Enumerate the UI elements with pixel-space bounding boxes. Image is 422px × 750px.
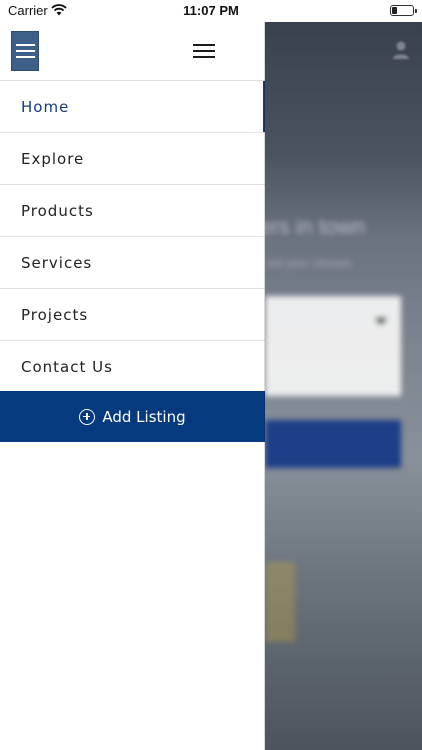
hamburger-icon[interactable] (193, 42, 215, 60)
hamburger-icon-line (16, 56, 35, 58)
background-image-detail (265, 562, 295, 642)
status-bar: Carrier 11:07 PM (0, 0, 422, 22)
caret-down-icon (375, 318, 387, 325)
navigation-drawer: Home Explore Products Services Projects … (0, 22, 265, 750)
background-search-button (265, 420, 401, 468)
menu-item-products[interactable]: Products (0, 185, 265, 237)
menu-item-services[interactable]: Services (0, 237, 265, 289)
menu-item-contact-us[interactable]: Contact Us (0, 341, 265, 393)
add-listing-button[interactable]: Add Listing (0, 391, 265, 442)
menu-item-projects[interactable]: Projects (0, 289, 265, 341)
drawer-menu: Home Explore Products Services Projects … (0, 81, 265, 393)
drawer-edge-divider (264, 22, 265, 750)
menu-item-label: Projects (21, 305, 89, 324)
battery-icon (390, 5, 417, 16)
add-listing-label: Add Listing (102, 407, 186, 426)
plus-circle-icon (79, 408, 96, 425)
background-blur-layer: ers in town ind your chosen (265, 22, 422, 750)
background-select (265, 296, 401, 396)
hamburger-icon-line (16, 50, 35, 52)
menu-item-explore[interactable]: Explore (0, 133, 265, 185)
menu-item-label: Home (21, 97, 70, 116)
battery-fill (392, 7, 397, 14)
menu-item-label: Products (21, 201, 94, 220)
background-subheading: ind your chosen (267, 256, 352, 270)
hamburger-icon-line (16, 44, 35, 46)
menu-item-label: Contact Us (21, 357, 113, 376)
user-icon (392, 40, 410, 65)
status-time: 11:07 PM (183, 3, 239, 18)
menu-toggle-button[interactable] (11, 31, 39, 71)
menu-item-label: Explore (21, 149, 85, 168)
drawer-header (0, 22, 265, 81)
background-page[interactable]: ers in town ind your chosen (265, 22, 422, 750)
menu-item-home[interactable]: Home (0, 81, 265, 133)
background-heading: ers in town (265, 214, 366, 239)
menu-item-label: Services (21, 253, 93, 272)
